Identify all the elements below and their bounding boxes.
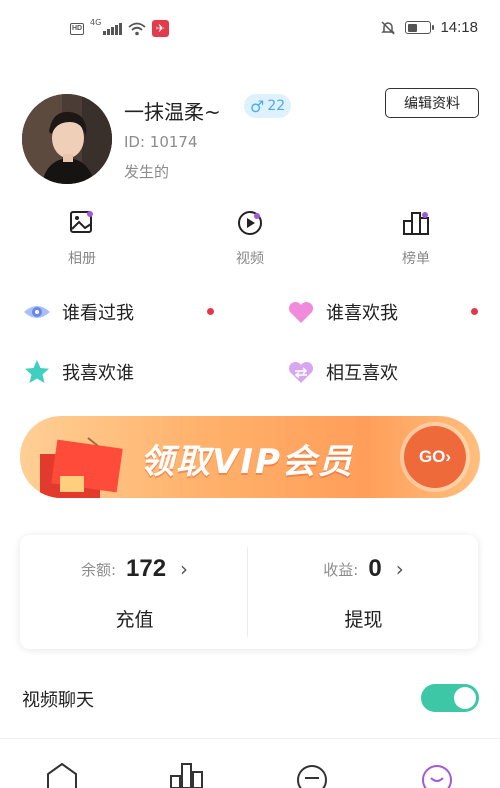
album-icon: [67, 208, 97, 238]
unread-dot: [207, 308, 214, 315]
app-notification-icon: ✈: [151, 20, 169, 37]
quick-link-label: 相册: [68, 251, 96, 267]
earnings-label: 收益:: [323, 560, 359, 579]
male-icon: ♂: [250, 96, 265, 116]
status-right: 14:18: [380, 19, 478, 36]
battery-fill: [407, 23, 418, 32]
video-chat-label: 视频聊天: [22, 690, 94, 711]
chart-icon: [170, 763, 203, 788]
age-value: 22: [267, 98, 286, 114]
wifi-icon: [128, 22, 146, 35]
balance-value: 172: [126, 555, 167, 582]
recharge-button[interactable]: 充值: [20, 605, 249, 632]
user-id: ID: 10174: [124, 133, 198, 151]
chevron-right-icon: ›: [180, 557, 189, 581]
earnings-value: 0: [368, 555, 382, 582]
profile-icon: [422, 765, 452, 788]
status-left: HD 4G ✈: [70, 18, 169, 37]
avatar[interactable]: [22, 94, 112, 184]
status-bar: HD 4G ✈ 14:18: [0, 0, 500, 56]
toggle-knob: [454, 687, 476, 709]
edit-profile-button[interactable]: 编辑资料: [385, 88, 479, 118]
menu-label: 相互喜欢: [326, 363, 398, 384]
mutual-heart-icon: [286, 357, 316, 387]
signal-icon: [103, 22, 122, 35]
menu-who-likes-me[interactable]: 谁喜欢我: [286, 294, 398, 330]
card-divider: [247, 547, 248, 637]
menu-who-viewed-me[interactable]: 谁看过我: [22, 294, 134, 330]
mute-bell-icon: [381, 20, 396, 35]
quick-link-label: 榜单: [402, 251, 430, 267]
vip-go-button[interactable]: GO ›: [404, 426, 466, 488]
unread-dot: [471, 308, 478, 315]
red-envelope-icon: [40, 437, 123, 498]
menu-label: 谁喜欢我: [326, 303, 398, 324]
withdraw-button[interactable]: 提现: [249, 605, 478, 632]
tab-home[interactable]: [42, 760, 82, 788]
network-type: 4G: [90, 18, 102, 27]
tab-ranking[interactable]: [167, 760, 207, 788]
menu-label: 我喜欢谁: [62, 363, 134, 384]
hd-badge: HD: [70, 22, 84, 35]
clock: 14:18: [440, 19, 478, 36]
chevron-right-icon: ›: [395, 557, 404, 581]
earnings-section[interactable]: 收益: 0 › 提现: [249, 535, 478, 649]
balance-section[interactable]: 余额: 172 › 充值: [20, 535, 249, 649]
video-icon: [235, 208, 265, 238]
balance-label: 余额:: [80, 560, 116, 579]
star-icon: [22, 357, 52, 387]
vip-title: 领取VIP会员: [140, 442, 354, 482]
battery-icon: [405, 21, 435, 34]
menu-who-i-like[interactable]: 我喜欢谁: [22, 354, 134, 390]
quick-link-album[interactable]: 相册: [42, 208, 122, 268]
menu-label: 谁看过我: [62, 303, 134, 324]
go-label: GO: [418, 447, 446, 466]
username: 一抹温柔~: [124, 100, 221, 124]
quick-link-video[interactable]: 视频: [210, 208, 290, 268]
ranking-icon: [401, 208, 431, 238]
divider: [0, 738, 500, 739]
quick-link-label: 视频: [236, 251, 264, 267]
user-bio: 发生的: [124, 163, 170, 181]
gender-age-badge: ♂ 22: [244, 94, 292, 118]
vip-banner[interactable]: 领取VIP会员 GO ›: [20, 416, 480, 498]
home-icon: [47, 762, 77, 788]
quick-link-ranking[interactable]: 榜单: [376, 208, 456, 268]
tab-messages[interactable]: [292, 760, 332, 788]
heart-icon: [286, 297, 316, 327]
message-icon: [297, 765, 327, 788]
eye-icon: [22, 297, 52, 327]
menu-mutual-likes[interactable]: 相互喜欢: [286, 354, 398, 390]
video-chat-toggle[interactable]: [421, 684, 479, 712]
tab-profile[interactable]: [417, 760, 457, 788]
balance-card: 余额: 172 › 充值 收益: 0 › 提现: [20, 535, 478, 649]
avatar-image: [22, 94, 112, 184]
go-arrow-icon: ›: [445, 447, 452, 466]
